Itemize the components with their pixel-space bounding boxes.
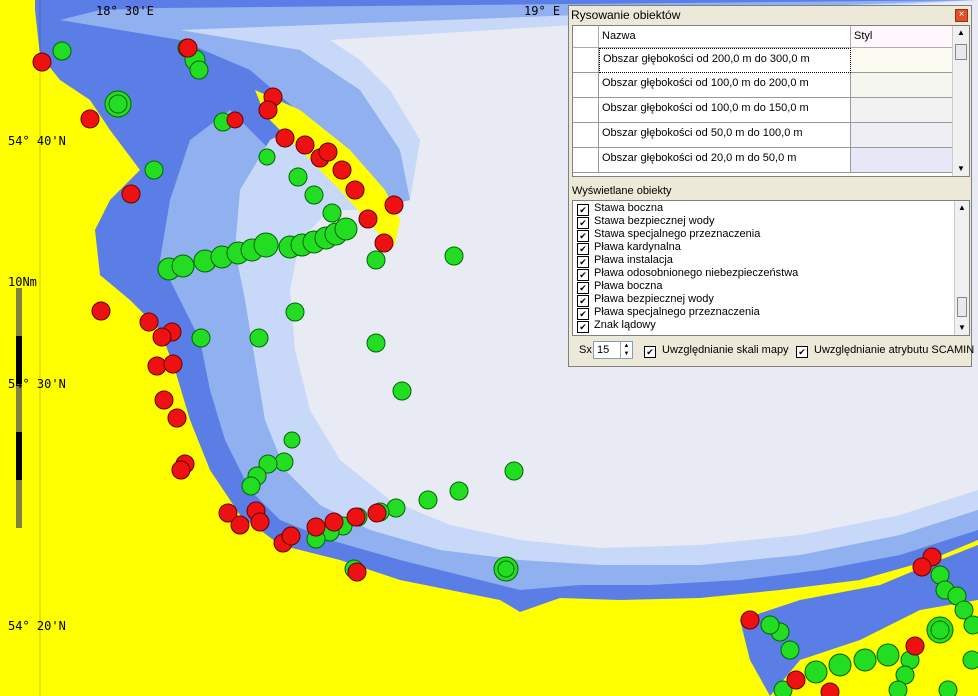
sx-label: Sx — [579, 344, 592, 356]
draw-objects-dialog: Rysowanie obiektów × Nazwa Styl Obszar g… — [568, 5, 974, 367]
grid-row[interactable]: Obszar głębokości od 20,0 m do 50,0 m — [573, 148, 953, 173]
grid-cell-style[interactable] — [851, 73, 953, 98]
scroll-up-icon[interactable]: ▲ — [953, 26, 969, 40]
grid-cell-style[interactable] — [851, 98, 953, 123]
grid-cell-style[interactable] — [851, 148, 953, 173]
lat-label-3: 54° 20'N — [8, 619, 66, 633]
grid-cell-name: Obszar głębokości od 200,0 m do 300,0 m — [599, 48, 851, 73]
list-item[interactable]: ✔ Pława boczna — [577, 280, 663, 294]
scroll-thumb[interactable] — [955, 44, 967, 60]
scale-label: 10Nm — [8, 275, 37, 289]
list-scrollbar[interactable]: ▲ ▼ — [954, 201, 969, 335]
scamin-check[interactable]: ✔ Uwzględnianie atrybutu SCAMIN — [796, 344, 974, 358]
scroll-down-icon[interactable]: ▼ — [953, 162, 969, 176]
displayed-objects-label: Wyświetlane obiekty — [572, 185, 672, 197]
close-icon[interactable]: × — [955, 9, 968, 22]
lon-label-2: 19° E — [524, 4, 561, 18]
scale-check[interactable]: ✔ Uwzględnianie skali mapy — [644, 344, 789, 358]
grid-scrollbar[interactable]: ▲ ▼ — [952, 26, 969, 176]
grid-row[interactable]: Obszar głębokości od 100,0 m do 200,0 m — [573, 73, 953, 98]
list-item[interactable]: ✔ Pława specjalnego przeznaczenia — [577, 306, 760, 320]
list-item[interactable]: ✔ Pława bezpiecznej wody — [577, 293, 714, 307]
sx-value: 15 — [597, 344, 610, 356]
grid-row[interactable]: Obszar głębokości od 50,0 m do 100,0 m — [573, 123, 953, 148]
list-item[interactable]: ✔ Stawa bezpiecznej wody — [577, 215, 714, 229]
grid-cell-style[interactable] — [851, 123, 953, 148]
list-item[interactable]: ✔ Pława instalacja — [577, 254, 673, 268]
displayed-objects-list[interactable]: ✔ Stawa boczna ✔ Stawa bezpiecznej wody ✔ S… — [572, 200, 970, 336]
depth-style-grid[interactable]: Nazwa Styl Obszar głębokości od 200,0 m … — [572, 25, 970, 177]
grid-row[interactable]: Obszar głębokości od 200,0 m do 300,0 m — [573, 48, 953, 73]
grid-cell-name: Obszar głębokości od 50,0 m do 100,0 m — [599, 123, 851, 148]
list-item[interactable]: ✔ Pława kardynalna — [577, 241, 681, 255]
grid-cell-name: Obszar głębokości od 100,0 m do 150,0 m — [599, 98, 851, 123]
grid-corner — [573, 26, 599, 48]
lon-label-1: 18° 30'E — [96, 4, 154, 18]
list-item[interactable]: ✔ Znak lądowy — [577, 319, 656, 333]
dialog-bottom-bar: Sx 15 ▲ ▼ ✔ Uwzględnianie skali mapy ✔ Uwzg… — [569, 340, 974, 366]
checkbox-checked-icon[interactable]: ✔ — [644, 346, 656, 358]
list-item[interactable]: ✔ Stawa specjalnego przeznaczenia — [577, 228, 760, 242]
scale-bar — [16, 288, 22, 528]
spinner-arrows-icon[interactable]: ▲ ▼ — [620, 342, 632, 358]
sx-spinner[interactable]: 15 ▲ ▼ — [593, 341, 633, 359]
grid-cell-name: Obszar głębokości od 100,0 m do 200,0 m — [599, 73, 851, 98]
lat-label-1: 54° 40'N — [8, 134, 66, 148]
lat-label-2: 54° 30'N — [8, 377, 66, 391]
grid-row[interactable]: Obszar głębokości od 100,0 m do 150,0 m — [573, 98, 953, 123]
checkbox-checked-icon[interactable]: ✔ — [577, 321, 589, 333]
grid-cell-style[interactable] — [851, 48, 953, 73]
scroll-up-icon[interactable]: ▲ — [955, 201, 969, 215]
grid-header-style[interactable]: Styl — [851, 26, 953, 48]
dialog-titlebar[interactable]: Rysowanie obiektów × — [569, 6, 971, 24]
scroll-down-icon[interactable]: ▼ — [955, 321, 969, 335]
grid-header-name[interactable]: Nazwa — [599, 26, 851, 48]
checkbox-checked-icon[interactable]: ✔ — [796, 346, 808, 358]
list-item[interactable]: ✔ Stawa boczna — [577, 202, 663, 216]
list-item[interactable]: ✔ Pława odosobnionego niebezpieczeństwa — [577, 267, 798, 281]
grid-cell-name: Obszar głębokości od 20,0 m do 50,0 m — [599, 148, 851, 173]
scroll-thumb[interactable] — [957, 297, 967, 317]
dialog-title: Rysowanie obiektów — [571, 8, 681, 22]
